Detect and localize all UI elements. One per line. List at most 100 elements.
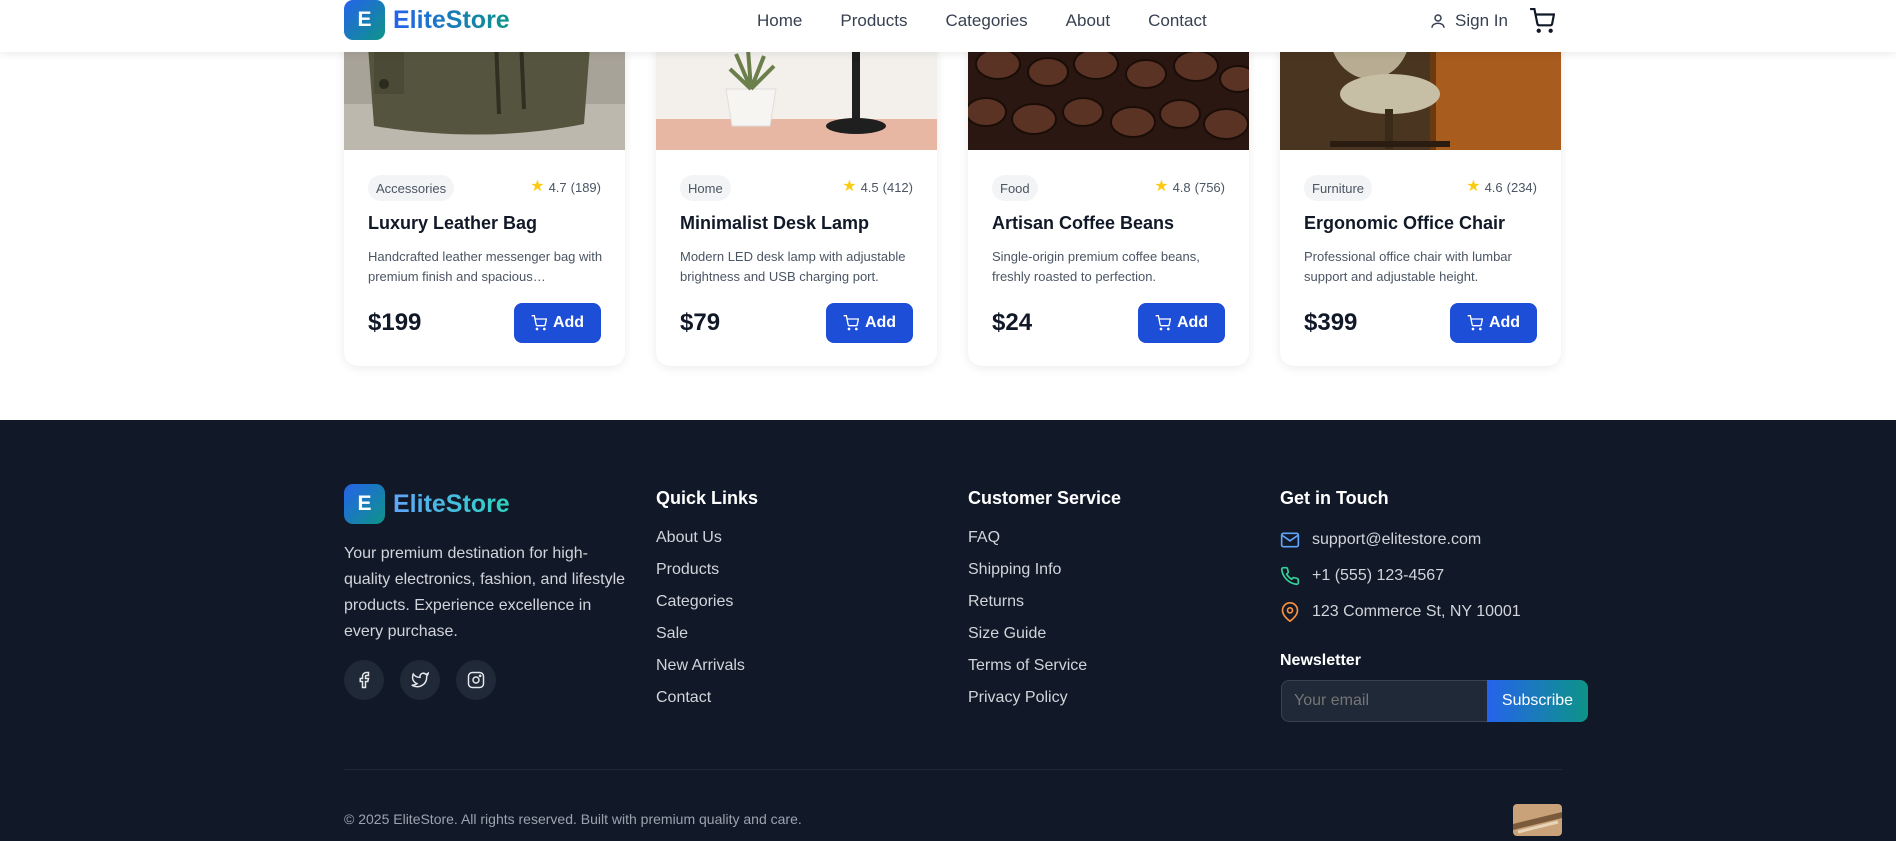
logo-badge: E xyxy=(344,484,385,524)
mail-icon xyxy=(1280,532,1300,548)
subscribe-button[interactable]: Subscribe xyxy=(1487,680,1588,722)
footer-link[interactable]: Sale xyxy=(656,624,758,656)
customer-service: Customer Service FAQ Shipping Info Retur… xyxy=(968,488,1121,720)
rating: ★ 4.8 (756) xyxy=(1154,179,1225,195)
product-title[interactable]: Luxury Leather Bag xyxy=(368,213,537,234)
footer-link[interactable]: Products xyxy=(656,560,758,592)
site-header: E EliteStore Home Products Categories Ab… xyxy=(0,0,1896,52)
contact-phone[interactable]: +1 (555) 123-4567 xyxy=(1280,558,1590,594)
category-chip: Food xyxy=(992,175,1038,201)
cart-icon xyxy=(1467,315,1483,331)
contact-email-text: support@elitestore.com xyxy=(1312,531,1482,548)
add-label: Add xyxy=(1488,314,1521,331)
footer-divider xyxy=(344,769,1562,770)
product-card[interactable]: Accessories ★ 4.7 (189) Luxury Leather B… xyxy=(344,0,625,366)
map-pin-icon xyxy=(1281,602,1299,622)
copyright: © 2025 EliteStore. All rights reserved. … xyxy=(344,811,802,827)
product-description: Single-origin premium coffee beans, fres… xyxy=(992,249,1200,284)
rating-value: 4.8 xyxy=(1172,179,1191,195)
product-price: $79 xyxy=(680,309,721,336)
product-description: Modern LED desk lamp with adjustable bri… xyxy=(680,249,906,284)
user-icon xyxy=(1431,14,1445,28)
logo-badge: E xyxy=(344,0,385,40)
rating-value: 4.7 xyxy=(548,179,567,195)
star-icon: ★ xyxy=(530,178,545,195)
facebook-icon[interactable] xyxy=(344,660,384,700)
footer-thumbnail-image xyxy=(1513,804,1562,836)
add-to-cart-button[interactable]: Add xyxy=(826,303,913,343)
footer-link[interactable]: New Arrivals xyxy=(656,656,758,688)
nav-home[interactable]: Home xyxy=(757,11,802,31)
nav-contact[interactable]: Contact xyxy=(1148,11,1207,31)
logo-text: EliteStore xyxy=(393,5,510,34)
star-icon: ★ xyxy=(1466,178,1481,195)
add-label: Add xyxy=(1176,314,1209,331)
add-label: Add xyxy=(864,314,897,331)
footer-link[interactable]: Privacy Policy xyxy=(968,688,1121,720)
product-grid: Accessories ★ 4.7 (189) Luxury Leather B… xyxy=(344,0,1562,372)
review-count: (189) xyxy=(570,179,601,195)
footer-link[interactable]: Contact xyxy=(656,688,758,720)
sign-in-button[interactable]: Sign In xyxy=(1429,0,1508,42)
twitter-icon[interactable] xyxy=(400,660,440,700)
footer-link[interactable]: FAQ xyxy=(968,528,1121,560)
category-chip: Accessories xyxy=(368,175,455,201)
contact-email[interactable]: support@elitestore.com xyxy=(1280,522,1590,558)
footer-link[interactable]: About Us xyxy=(656,528,758,560)
cart-icon[interactable] xyxy=(1529,8,1555,34)
category-chip: Furniture xyxy=(1304,175,1373,201)
star-icon: ★ xyxy=(1154,178,1169,195)
add-label: Add xyxy=(552,314,585,331)
phone-icon xyxy=(1280,566,1300,586)
quick-links-title: Quick Links xyxy=(656,488,759,508)
product-card[interactable]: Furniture ★ 4.6 (234) Ergonomic Office C… xyxy=(1280,0,1561,366)
product-title[interactable]: Ergonomic Office Chair xyxy=(1304,213,1505,234)
rating-value: 4.5 xyxy=(860,179,879,195)
main-nav: Home Products Categories About Contact xyxy=(757,0,1207,42)
add-to-cart-button[interactable]: Add xyxy=(1138,303,1225,343)
review-count: (234) xyxy=(1506,179,1537,195)
add-to-cart-button[interactable]: Add xyxy=(1450,303,1537,343)
product-description: Professional office chair with lumbar su… xyxy=(1304,249,1512,284)
product-price: $399 xyxy=(1304,309,1358,336)
footer-link[interactable]: Terms of Service xyxy=(968,656,1121,688)
product-price: $199 xyxy=(368,309,422,336)
product-card[interactable]: Food ★ 4.8 (756) Artisan Coffee Beans Si… xyxy=(968,0,1249,366)
product-description: Handcrafted leather messenger bag with p… xyxy=(368,249,603,284)
logo[interactable]: E EliteStore xyxy=(344,0,510,40)
footer-logo[interactable]: E EliteStore xyxy=(344,484,510,524)
rating: ★ 4.5 (412) xyxy=(842,179,913,195)
newsletter-title: Newsletter xyxy=(1280,652,1361,669)
footer-link[interactable]: Categories xyxy=(656,592,758,624)
cart-icon xyxy=(531,315,547,331)
nav-about[interactable]: About xyxy=(1066,11,1110,31)
rating: ★ 4.7 (189) xyxy=(530,179,601,195)
footer-link[interactable]: Returns xyxy=(968,592,1121,624)
add-to-cart-button[interactable]: Add xyxy=(514,303,601,343)
product-title[interactable]: Artisan Coffee Beans xyxy=(992,213,1174,234)
customer-service-title: Customer Service xyxy=(968,488,1122,508)
nav-products[interactable]: Products xyxy=(840,11,907,31)
newsletter-email-input[interactable] xyxy=(1281,680,1488,722)
header-inner: E EliteStore Home Products Categories Ab… xyxy=(344,0,1562,40)
rating-value: 4.6 xyxy=(1484,179,1503,195)
footer-description: Your premium destination for high-qualit… xyxy=(344,545,626,640)
sign-in-label: Sign In xyxy=(1455,11,1508,30)
nav-categories[interactable]: Categories xyxy=(945,11,1027,31)
product-title[interactable]: Minimalist Desk Lamp xyxy=(680,213,869,234)
footer-link[interactable]: Shipping Info xyxy=(968,560,1121,592)
review-count: (756) xyxy=(1194,179,1225,195)
quick-links: Quick Links About Us Products Categories… xyxy=(656,488,758,720)
social-links xyxy=(344,660,496,700)
contact-phone-text: +1 (555) 123-4567 xyxy=(1312,567,1445,584)
get-in-touch: Get in Touch support@elitestore.com +1 (… xyxy=(1280,488,1590,669)
review-count: (412) xyxy=(882,179,913,195)
contact-address-text: 123 Commerce St, NY 10001 xyxy=(1312,603,1521,620)
product-card[interactable]: Home ★ 4.5 (412) Minimalist Desk Lamp Mo… xyxy=(656,0,937,366)
star-icon: ★ xyxy=(842,178,857,195)
instagram-icon[interactable] xyxy=(456,660,496,700)
logo-text: EliteStore xyxy=(393,489,510,518)
product-price: $24 xyxy=(992,309,1033,336)
footer-link[interactable]: Size Guide xyxy=(968,624,1121,656)
category-chip: Home xyxy=(680,175,731,201)
